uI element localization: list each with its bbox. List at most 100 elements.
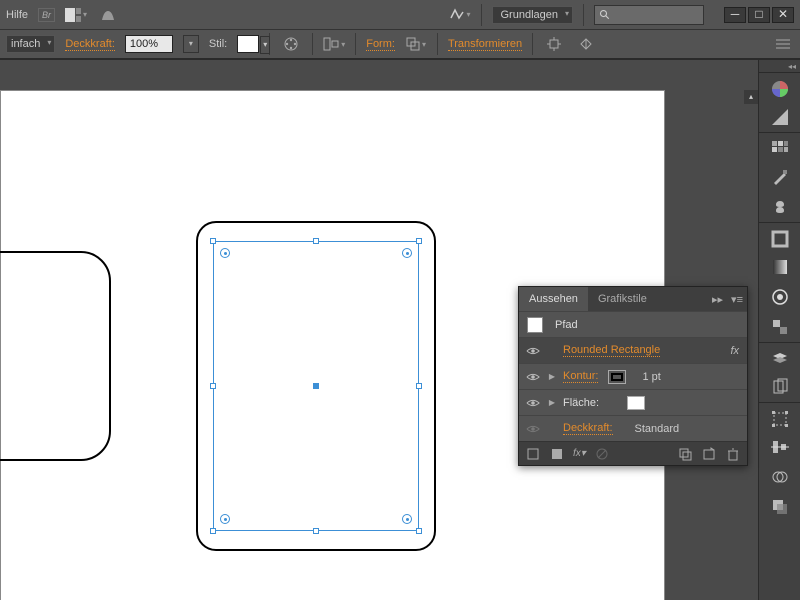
stroke-swatch[interactable]: [608, 370, 626, 384]
opacity-link[interactable]: Deckkraft:: [563, 422, 613, 435]
menu-help[interactable]: Hilfe: [6, 9, 28, 21]
corner-widget[interactable]: [220, 248, 230, 258]
stroke-link[interactable]: Kontur:: [563, 370, 598, 383]
fill-swatch[interactable]: [627, 396, 645, 410]
color-panel-icon[interactable]: [759, 72, 800, 102]
bridge-icon[interactable]: Br: [38, 8, 55, 22]
appearance-row-path[interactable]: Pfad: [519, 311, 747, 337]
selection-handle[interactable]: [313, 528, 319, 534]
shape-dropdown-icon[interactable]: ▾: [405, 33, 427, 55]
appearance-row-stroke[interactable]: ▶ Kontur: 1 pt: [519, 363, 747, 389]
workspace-switcher[interactable]: Grundlagen: [492, 6, 574, 24]
delete-icon[interactable]: [725, 446, 741, 462]
corner-widget[interactable]: [220, 514, 230, 524]
separator: [532, 33, 533, 55]
gradient-panel-icon[interactable]: [759, 252, 800, 282]
separator: [583, 4, 584, 26]
gpu-icon[interactable]: [97, 4, 119, 26]
selection-bounds[interactable]: [213, 241, 419, 531]
shape-label[interactable]: Form:: [366, 38, 395, 51]
rounded-rect-shape[interactable]: [0, 251, 111, 461]
fx-menu[interactable]: fx▾: [573, 448, 586, 459]
fx-indicator-icon[interactable]: fx: [730, 345, 741, 357]
edit-clip-icon[interactable]: [575, 33, 597, 55]
new-item-icon[interactable]: [701, 446, 717, 462]
stroke-weight[interactable]: 1 pt: [642, 371, 660, 383]
selection-handle[interactable]: [416, 528, 422, 534]
visibility-icon[interactable]: [525, 421, 541, 437]
disclosure-icon[interactable]: ▶: [547, 398, 557, 407]
corner-widget[interactable]: [402, 248, 412, 258]
path-thumbnail-icon: [527, 317, 543, 333]
appearance-row-effect[interactable]: Rounded Rectangle fx: [519, 337, 747, 363]
right-panel-dock: ◂◂: [758, 60, 800, 600]
align-icon[interactable]: ▾: [323, 33, 345, 55]
opacity-label[interactable]: Deckkraft:: [65, 38, 115, 51]
top-menubar: Hilfe Br ▾ ▾ Grundlagen ─ □ ✕: [0, 0, 800, 30]
panel-collapse-icon[interactable]: ▸▸: [708, 293, 727, 306]
recolor-icon[interactable]: [280, 33, 302, 55]
close-button[interactable]: ✕: [772, 7, 794, 23]
transform-panel-icon[interactable]: [759, 402, 800, 432]
appearance-list: Pfad Rounded Rectangle fx ▶ Kontur: 1 pt…: [519, 311, 747, 441]
artboards-panel-icon[interactable]: [759, 372, 800, 402]
search-input[interactable]: [594, 5, 704, 25]
new-stroke-icon[interactable]: [525, 446, 541, 462]
selection-handle[interactable]: [210, 528, 216, 534]
tab-graphic-styles[interactable]: Grafikstile: [588, 287, 657, 311]
separator: [481, 4, 482, 26]
opacity-dropdown[interactable]: ▾: [183, 35, 199, 53]
minimize-button[interactable]: ─: [724, 7, 746, 23]
panel-tabs: Aussehen Grafikstile ▸▸ ▾≡: [519, 287, 747, 311]
options-bar: infach Deckkraft: ▾ Stil: ▾ ▾ Form: ▾ Tr…: [0, 30, 800, 60]
layers-panel-icon[interactable]: [759, 342, 800, 372]
selection-handle[interactable]: [416, 383, 422, 389]
style-label: Stil:: [209, 38, 227, 50]
color-guide-panel-icon[interactable]: [759, 102, 800, 132]
appearance-row-fill[interactable]: ▶ Fläche:: [519, 389, 747, 415]
style-swatch[interactable]: ▾: [237, 35, 259, 53]
transform-label[interactable]: Transformieren: [448, 38, 522, 51]
selection-handle[interactable]: [416, 238, 422, 244]
transparency-panel-icon[interactable]: [759, 492, 800, 522]
effect-link[interactable]: Rounded Rectangle: [563, 344, 660, 357]
sync-icon[interactable]: ▾: [449, 4, 471, 26]
separator: [355, 33, 356, 55]
selection-handle[interactable]: [210, 383, 216, 389]
panel-footer: fx▾: [519, 441, 747, 465]
arrange-documents-icon[interactable]: ▾: [65, 4, 87, 26]
stroke-panel-icon[interactable]: [759, 222, 800, 252]
scroll-up-icon[interactable]: ▴: [744, 90, 758, 104]
separator: [312, 33, 313, 55]
visibility-icon[interactable]: [525, 369, 541, 385]
appearance-row-opacity[interactable]: Deckkraft: Standard: [519, 415, 747, 441]
row-label: Pfad: [555, 319, 578, 331]
brushes-panel-icon[interactable]: [759, 162, 800, 192]
selection-handle[interactable]: [210, 238, 216, 244]
opacity-input[interactable]: [125, 35, 173, 53]
duplicate-icon[interactable]: [677, 446, 693, 462]
dock-collapse-icon[interactable]: ◂◂: [759, 60, 800, 72]
corner-widget[interactable]: [402, 514, 412, 524]
new-fill-icon[interactable]: [549, 446, 565, 462]
maximize-button[interactable]: □: [748, 7, 770, 23]
selection-center[interactable]: [313, 383, 319, 389]
visibility-icon[interactable]: [525, 343, 541, 359]
opacity-value: Standard: [635, 423, 680, 435]
tab-appearance[interactable]: Aussehen: [519, 287, 588, 311]
disclosure-icon[interactable]: ▶: [547, 372, 557, 381]
symbols-panel-icon[interactable]: [759, 192, 800, 222]
visibility-icon[interactable]: [525, 395, 541, 411]
clear-appearance-icon[interactable]: [594, 446, 610, 462]
doc-profile-dropdown[interactable]: infach: [6, 35, 55, 53]
align-panel-icon[interactable]: [759, 432, 800, 462]
menubar-right: ▾ Grundlagen ─ □ ✕: [449, 4, 795, 26]
pathfinder-panel-icon[interactable]: [759, 462, 800, 492]
isolate-icon[interactable]: [543, 33, 565, 55]
panel-menu-icon[interactable]: ▾≡: [727, 293, 747, 306]
graphic-styles-panel-icon[interactable]: [759, 312, 800, 342]
selection-handle[interactable]: [313, 238, 319, 244]
appearance-panel-icon[interactable]: [759, 282, 800, 312]
swatches-panel-icon[interactable]: [759, 132, 800, 162]
panel-toggle-icon[interactable]: [772, 33, 794, 55]
